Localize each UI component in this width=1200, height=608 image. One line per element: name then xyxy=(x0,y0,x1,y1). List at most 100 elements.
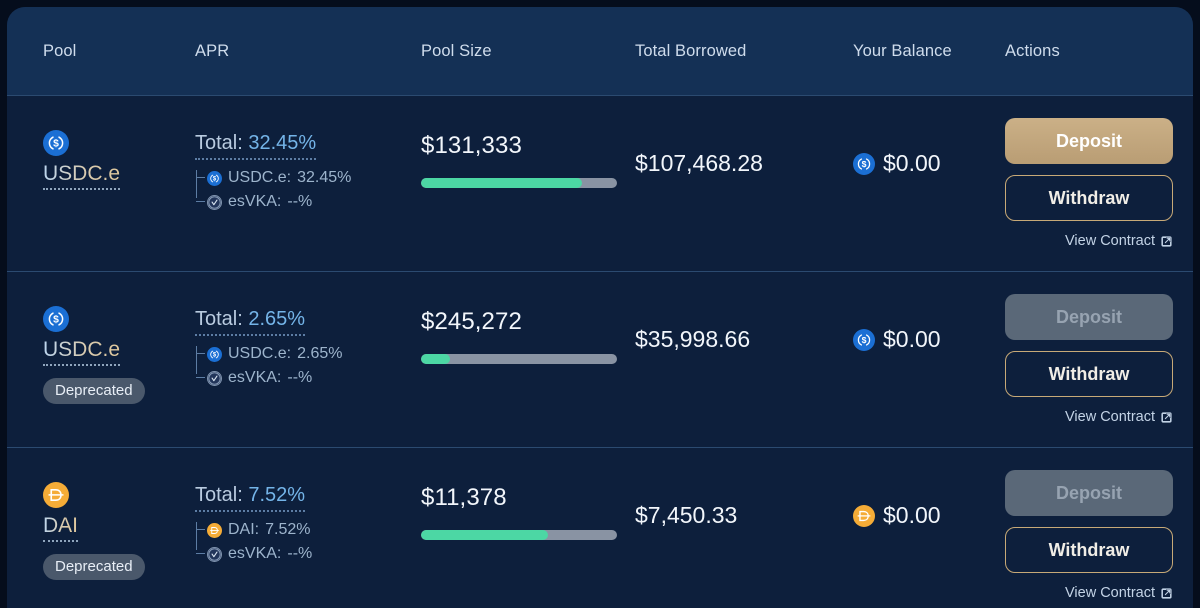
pool-cell: $ USDC.e Deprecated xyxy=(7,294,187,404)
apr-breakdown-label: USDC.e: xyxy=(228,345,292,362)
view-contract-label: View Contract xyxy=(1065,233,1155,249)
apr-breakdown-value: 32.45% xyxy=(297,169,352,186)
your-balance-cell: $0.00 xyxy=(849,470,1001,529)
view-contract-link[interactable]: View Contract xyxy=(1065,233,1173,249)
usdc-coin-icon: $ xyxy=(43,306,69,332)
svg-text:$: $ xyxy=(53,139,59,150)
svg-text:$: $ xyxy=(862,159,867,169)
column-header-actions: Actions xyxy=(1005,41,1060,60)
utilization-bar xyxy=(421,530,617,540)
your-balance-cell: $ $0.00 xyxy=(849,294,1001,353)
apr-total[interactable]: Total: 7.52% xyxy=(195,484,306,512)
external-link-icon xyxy=(1160,235,1173,248)
usdc-coin-icon: $ xyxy=(207,346,222,362)
apr-breakdown-value: 2.65% xyxy=(297,345,343,362)
apr-cell: Total: 7.52% DAI: 7.52% esVKA: --% xyxy=(187,470,417,566)
usdc-coin-icon: $ xyxy=(853,328,875,351)
deposit-button: Deposit xyxy=(1005,294,1173,340)
pool-cell: DAI Deprecated xyxy=(7,470,187,580)
utilization-bar-fill xyxy=(421,530,549,540)
column-header-pool: Pool xyxy=(43,41,77,60)
esvka-token-icon xyxy=(207,194,222,210)
table-row: DAI Deprecated Total: 7.52% DAI: 7.52% esVKA:… xyxy=(7,447,1193,608)
pool-size-value: $131,333 xyxy=(421,132,522,159)
deprecated-badge: Deprecated xyxy=(43,377,145,404)
apr-total[interactable]: Total: 2.65% xyxy=(195,308,306,336)
apr-total-label: Total: xyxy=(195,132,243,154)
view-contract-link[interactable]: View Contract xyxy=(1065,585,1173,601)
total-borrowed-cell: $7,450.33 xyxy=(629,470,849,529)
table-header-row: Pool APR Pool Size Total Borrowed Your B… xyxy=(7,7,1193,95)
table-row: $ USDC.e Total: 32.45% $ USDC.e: 32.45% esVKA:… xyxy=(7,95,1193,271)
pool-size-value: $245,272 xyxy=(421,308,522,335)
your-balance-value: $0.00 xyxy=(883,502,941,528)
apr-breakdown-label: esVKA: xyxy=(228,193,282,210)
esvka-token-icon xyxy=(207,370,222,386)
pool-name[interactable]: DAI xyxy=(43,514,79,542)
deprecated-badge: Deprecated xyxy=(43,553,145,580)
usdc-coin-icon: $ xyxy=(43,130,69,156)
apr-cell: Total: 32.45% $ USDC.e: 32.45% esVKA: --% xyxy=(187,118,417,214)
apr-total-value: 32.45% xyxy=(248,132,317,154)
usdc-coin-icon: $ xyxy=(853,152,875,175)
total-borrowed-cell: $107,468.28 xyxy=(629,118,849,177)
dai-coin-icon xyxy=(853,504,875,527)
apr-breakdown-item: $ USDC.e: 32.45% xyxy=(196,166,417,190)
apr-breakdown-item: $ USDC.e: 2.65% xyxy=(196,342,417,366)
pool-name[interactable]: USDC.e xyxy=(43,162,121,190)
svg-text:$: $ xyxy=(862,335,867,345)
dai-coin-icon xyxy=(207,522,222,538)
utilization-bar xyxy=(421,354,617,364)
apr-breakdown-item: esVKA: --% xyxy=(196,190,417,214)
view-contract-link[interactable]: View Contract xyxy=(1065,409,1173,425)
withdraw-button[interactable]: Withdraw xyxy=(1005,527,1173,573)
pool-size-value: $11,378 xyxy=(421,484,507,511)
actions-cell: Deposit Withdraw View Contract xyxy=(1001,294,1173,425)
apr-breakdown: $ USDC.e: 2.65% esVKA: --% xyxy=(195,342,417,390)
apr-total[interactable]: Total: 32.45% xyxy=(195,132,317,160)
deposit-button[interactable]: Deposit xyxy=(1005,118,1173,164)
actions-cell: Deposit Withdraw View Contract xyxy=(1001,118,1173,249)
lending-pools-card: Pool APR Pool Size Total Borrowed Your B… xyxy=(7,7,1193,608)
withdraw-button[interactable]: Withdraw xyxy=(1005,351,1173,397)
withdraw-button[interactable]: Withdraw xyxy=(1005,175,1173,221)
pool-size-cell: $131,333 xyxy=(417,118,629,188)
apr-breakdown-label: esVKA: xyxy=(228,369,282,386)
apr-breakdown-item: esVKA: --% xyxy=(196,366,417,390)
your-balance-cell: $ $0.00 xyxy=(849,118,1001,177)
table-body: $ USDC.e Total: 32.45% $ USDC.e: 32.45% esVKA:… xyxy=(7,95,1193,608)
apr-total-value: 2.65% xyxy=(248,308,306,330)
your-balance-value: $0.00 xyxy=(883,326,941,352)
esvka-token-icon xyxy=(207,546,222,562)
your-balance-value: $0.00 xyxy=(883,150,941,176)
pool-name[interactable]: USDC.e xyxy=(43,338,121,366)
total-borrowed-value: $107,468.28 xyxy=(635,150,763,176)
total-borrowed-value: $7,450.33 xyxy=(635,502,738,528)
pool-size-cell: $11,378 xyxy=(417,470,629,540)
apr-breakdown: $ USDC.e: 32.45% esVKA: --% xyxy=(195,166,417,214)
apr-total-label: Total: xyxy=(195,308,243,330)
actions-cell: Deposit Withdraw View Contract xyxy=(1001,470,1173,601)
external-link-icon xyxy=(1160,587,1173,600)
pool-cell: $ USDC.e xyxy=(7,118,187,190)
apr-breakdown: DAI: 7.52% esVKA: --% xyxy=(195,518,417,566)
usdc-coin-icon: $ xyxy=(207,170,222,186)
apr-total-label: Total: xyxy=(195,484,243,506)
pool-size-cell: $245,272 xyxy=(417,294,629,364)
apr-breakdown-label: esVKA: xyxy=(228,545,282,562)
view-contract-label: View Contract xyxy=(1065,409,1155,425)
column-header-total-borrowed: Total Borrowed xyxy=(635,41,747,60)
apr-breakdown-item: DAI: 7.52% xyxy=(196,518,417,542)
total-borrowed-cell: $35,998.66 xyxy=(629,294,849,353)
external-link-icon xyxy=(1160,411,1173,424)
utilization-bar xyxy=(421,178,617,188)
column-header-pool-size: Pool Size xyxy=(421,41,492,60)
apr-breakdown-value: --% xyxy=(287,545,313,562)
apr-breakdown-label: DAI: xyxy=(228,521,260,538)
deposit-button: Deposit xyxy=(1005,470,1173,516)
dai-coin-icon xyxy=(43,482,69,508)
view-contract-label: View Contract xyxy=(1065,585,1155,601)
page-background: Pool APR Pool Size Total Borrowed Your B… xyxy=(0,0,1200,608)
table-row: $ USDC.e Deprecated Total: 2.65% $ USDC.e: 2.6… xyxy=(7,271,1193,447)
column-header-apr: APR xyxy=(195,41,230,60)
